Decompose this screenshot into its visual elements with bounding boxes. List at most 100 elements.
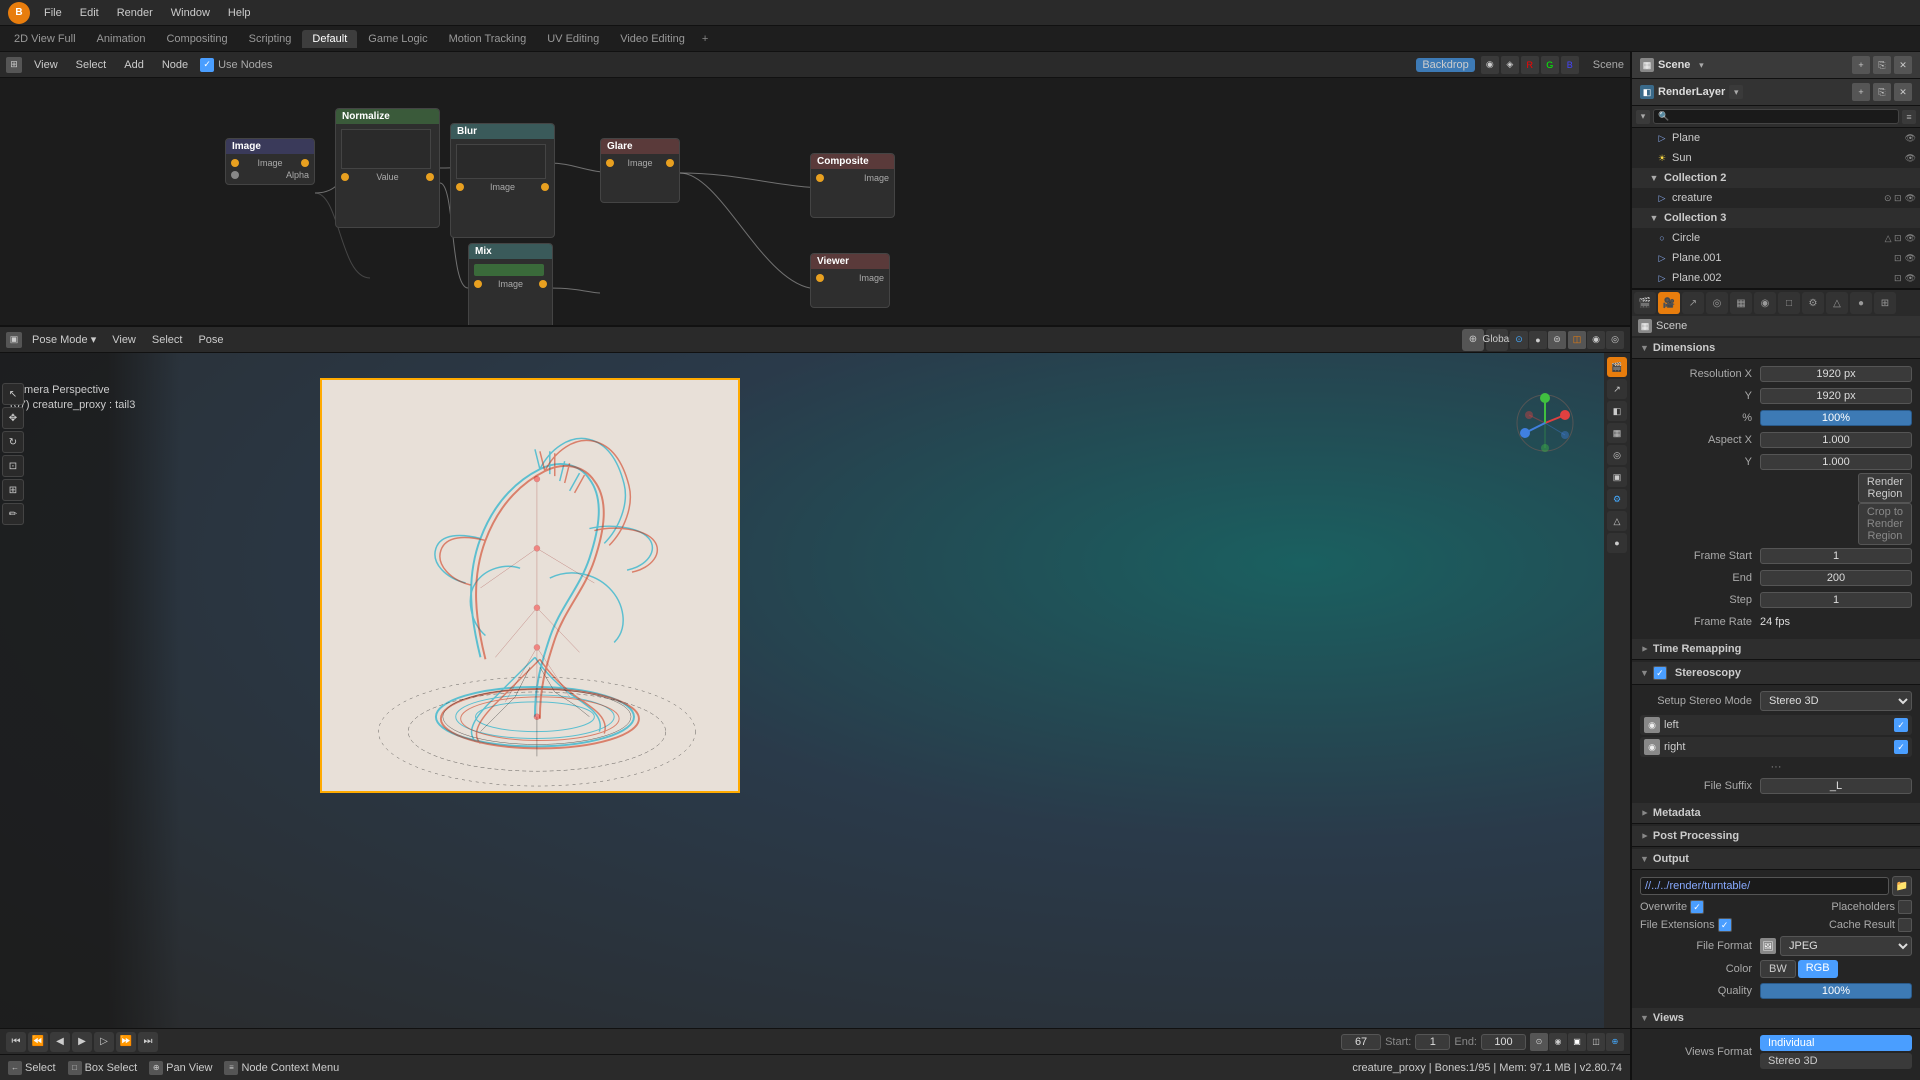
vp-overlay-btn2[interactable]: ◉ xyxy=(1549,1033,1567,1051)
copy-rl-btn[interactable]: ⎘ xyxy=(1873,83,1891,101)
props-tab-output[interactable]: ↗ xyxy=(1682,292,1704,314)
color-rgb-btn[interactable]: RGB xyxy=(1798,960,1838,978)
node-view-btn[interactable]: View xyxy=(28,58,64,72)
file-format-select[interactable]: JPEG xyxy=(1780,936,1912,956)
ol-sun[interactable]: ☀ Sun 👁 xyxy=(1632,148,1920,168)
output-icon[interactable]: ↗ xyxy=(1607,379,1627,399)
scene-icon[interactable]: ▦ xyxy=(1607,423,1627,443)
link-icon[interactable]: ⊙ xyxy=(1510,331,1528,349)
ol-collection-3[interactable]: ▼ Collection 3 xyxy=(1632,208,1920,228)
copy-scene-btn[interactable]: ⎘ xyxy=(1873,56,1891,74)
node-image[interactable]: Image Image Alpha xyxy=(225,138,315,185)
placeholders-checkbox[interactable] xyxy=(1898,900,1912,914)
ol-collection-2[interactable]: ▼ Collection 2 xyxy=(1632,168,1920,188)
vp-overlay-btn4[interactable]: ◫ xyxy=(1587,1033,1605,1051)
start-frame-input[interactable] xyxy=(1415,1034,1450,1050)
stereoscopy-checkbox[interactable]: ✓ xyxy=(1653,666,1667,680)
props-tab-object[interactable]: □ xyxy=(1778,292,1800,314)
menu-edit[interactable]: Edit xyxy=(72,5,107,21)
views-format-stereo3d[interactable]: Stereo 3D xyxy=(1760,1053,1912,1069)
new-scene-btn[interactable]: + xyxy=(1852,56,1870,74)
node-composite[interactable]: Composite Image xyxy=(810,153,895,218)
props-tab-texture[interactable]: ⊞ xyxy=(1874,292,1896,314)
ol-creature[interactable]: ▷ creature ⊙ ⊡ 👁 xyxy=(1632,188,1920,208)
ol-sun-eye[interactable]: 👁 xyxy=(1905,153,1916,164)
stereo-mode-select[interactable]: Stereo 3D xyxy=(1760,691,1912,711)
jump-start-btn[interactable]: ⏮ xyxy=(6,1032,26,1052)
node-icon-r[interactable]: R xyxy=(1521,56,1539,74)
node-viewer[interactable]: Viewer Image xyxy=(810,253,890,308)
menu-window[interactable]: Window xyxy=(163,5,218,21)
quality-input[interactable] xyxy=(1760,983,1912,999)
modifier-icon[interactable]: ⚙ xyxy=(1607,489,1627,509)
node-mix[interactable]: Mix Image xyxy=(468,243,553,325)
menu-file[interactable]: File xyxy=(36,5,70,21)
node-glare[interactable]: Glare Image xyxy=(600,138,680,203)
node-select-btn[interactable]: Select xyxy=(70,58,113,72)
vp-mode-select[interactable]: Pose Mode ▾ xyxy=(26,332,102,347)
time-remapping-header[interactable]: ▼ Time Remapping xyxy=(1632,639,1920,660)
tab-compositing[interactable]: Compositing xyxy=(156,30,237,48)
ol-circle-eye[interactable]: 👁 xyxy=(1905,233,1916,244)
scene-dropdown-btn[interactable]: ▾ xyxy=(1694,58,1708,72)
jump-end-btn[interactable]: ⏭ xyxy=(138,1032,158,1052)
play-btn[interactable]: ▶ xyxy=(72,1032,92,1052)
menu-help[interactable]: Help xyxy=(220,5,259,21)
dimensions-section-header[interactable]: ▼ Dimensions xyxy=(1632,338,1920,359)
frame-start-input[interactable] xyxy=(1760,548,1912,564)
world-icon[interactable]: ◎ xyxy=(1607,445,1627,465)
transform-btn[interactable]: ⊞ xyxy=(2,479,24,501)
vp-pose-btn[interactable]: Pose xyxy=(192,333,229,347)
global-dropdown[interactable]: Global xyxy=(1486,329,1508,351)
stereoscopy-header[interactable]: ▼ ✓ Stereoscopy xyxy=(1632,662,1920,685)
ol-creature-eye[interactable]: 👁 xyxy=(1905,193,1916,204)
views-format-individual[interactable]: Individual xyxy=(1760,1035,1912,1051)
right-eye-checkbox[interactable]: ✓ xyxy=(1894,740,1908,754)
props-tab-scene[interactable]: 🎬 xyxy=(1634,292,1656,314)
tab-scripting[interactable]: Scripting xyxy=(239,30,302,48)
backdrop-btn[interactable]: Backdrop xyxy=(1416,58,1474,72)
sphere-icon[interactable]: ● xyxy=(1529,331,1547,349)
rl-dropdown-btn[interactable]: ▾ xyxy=(1729,85,1743,99)
vp-overlay-btn3[interactable]: ▣ xyxy=(1568,1033,1586,1051)
vp-select-btn[interactable]: Select xyxy=(146,333,189,347)
view-layer-icon[interactable]: ◧ xyxy=(1607,401,1627,421)
menu-render[interactable]: Render xyxy=(109,5,161,21)
overwrite-checkbox[interactable]: ✓ xyxy=(1690,900,1704,914)
next-frame-btn[interactable]: ⏩ xyxy=(116,1032,136,1052)
snap-icon[interactable]: ⊕ xyxy=(1462,329,1484,351)
tab-uv-editing[interactable]: UV Editing xyxy=(537,30,609,48)
vp-overlay-btn5[interactable]: ⊕ xyxy=(1606,1033,1624,1051)
move-tool-btn[interactable]: ✥ xyxy=(2,407,24,429)
ol-plane001-eye[interactable]: 👁 xyxy=(1905,253,1916,264)
scale-tool-btn[interactable]: ⊡ xyxy=(2,455,24,477)
rotate-tool-btn[interactable]: ↻ xyxy=(2,431,24,453)
frame-end-input[interactable] xyxy=(1760,570,1912,586)
vp-overlay-btn1[interactable]: ⊙ xyxy=(1530,1033,1548,1051)
end-frame-input[interactable] xyxy=(1481,1034,1526,1050)
solid-icon[interactable]: ◉ xyxy=(1587,331,1605,349)
tab-2d-view-full[interactable]: 2D View Full xyxy=(4,30,86,48)
ol-plane002-eye[interactable]: 👁 xyxy=(1905,273,1916,284)
use-nodes-toggle[interactable]: ✓ Use Nodes xyxy=(200,58,272,72)
prev-keyframe-btn[interactable]: ◀ xyxy=(50,1032,70,1052)
tab-motion-tracking[interactable]: Motion Tracking xyxy=(439,30,537,48)
aspect-y-input[interactable] xyxy=(1760,454,1912,470)
wire-icon[interactable]: ◫ xyxy=(1568,331,1586,349)
tab-video-editing[interactable]: Video Editing xyxy=(610,30,695,48)
ol-sort-btn[interactable]: ≡ xyxy=(1902,110,1916,124)
object-icon[interactable]: ▣ xyxy=(1607,467,1627,487)
vp-view-btn[interactable]: View xyxy=(106,333,142,347)
node-filter[interactable]: Normalize Value xyxy=(335,108,440,228)
prev-frame-btn[interactable]: ⏪ xyxy=(28,1032,48,1052)
file-suffix-input[interactable] xyxy=(1760,778,1912,794)
ol-plane-eye[interactable]: 👁 xyxy=(1905,133,1916,144)
resolution-x-input[interactable] xyxy=(1760,366,1912,382)
output-path-browse-btn[interactable]: 📁 xyxy=(1892,876,1912,896)
file-extensions-checkbox[interactable]: ✓ xyxy=(1718,918,1732,932)
node-icon-2[interactable]: ◈ xyxy=(1501,56,1519,74)
props-tab-data[interactable]: △ xyxy=(1826,292,1848,314)
metadata-header[interactable]: ▼ Metadata xyxy=(1632,803,1920,824)
ol-filter-btn[interactable]: ▾ xyxy=(1636,110,1650,124)
new-rl-btn[interactable]: + xyxy=(1852,83,1870,101)
